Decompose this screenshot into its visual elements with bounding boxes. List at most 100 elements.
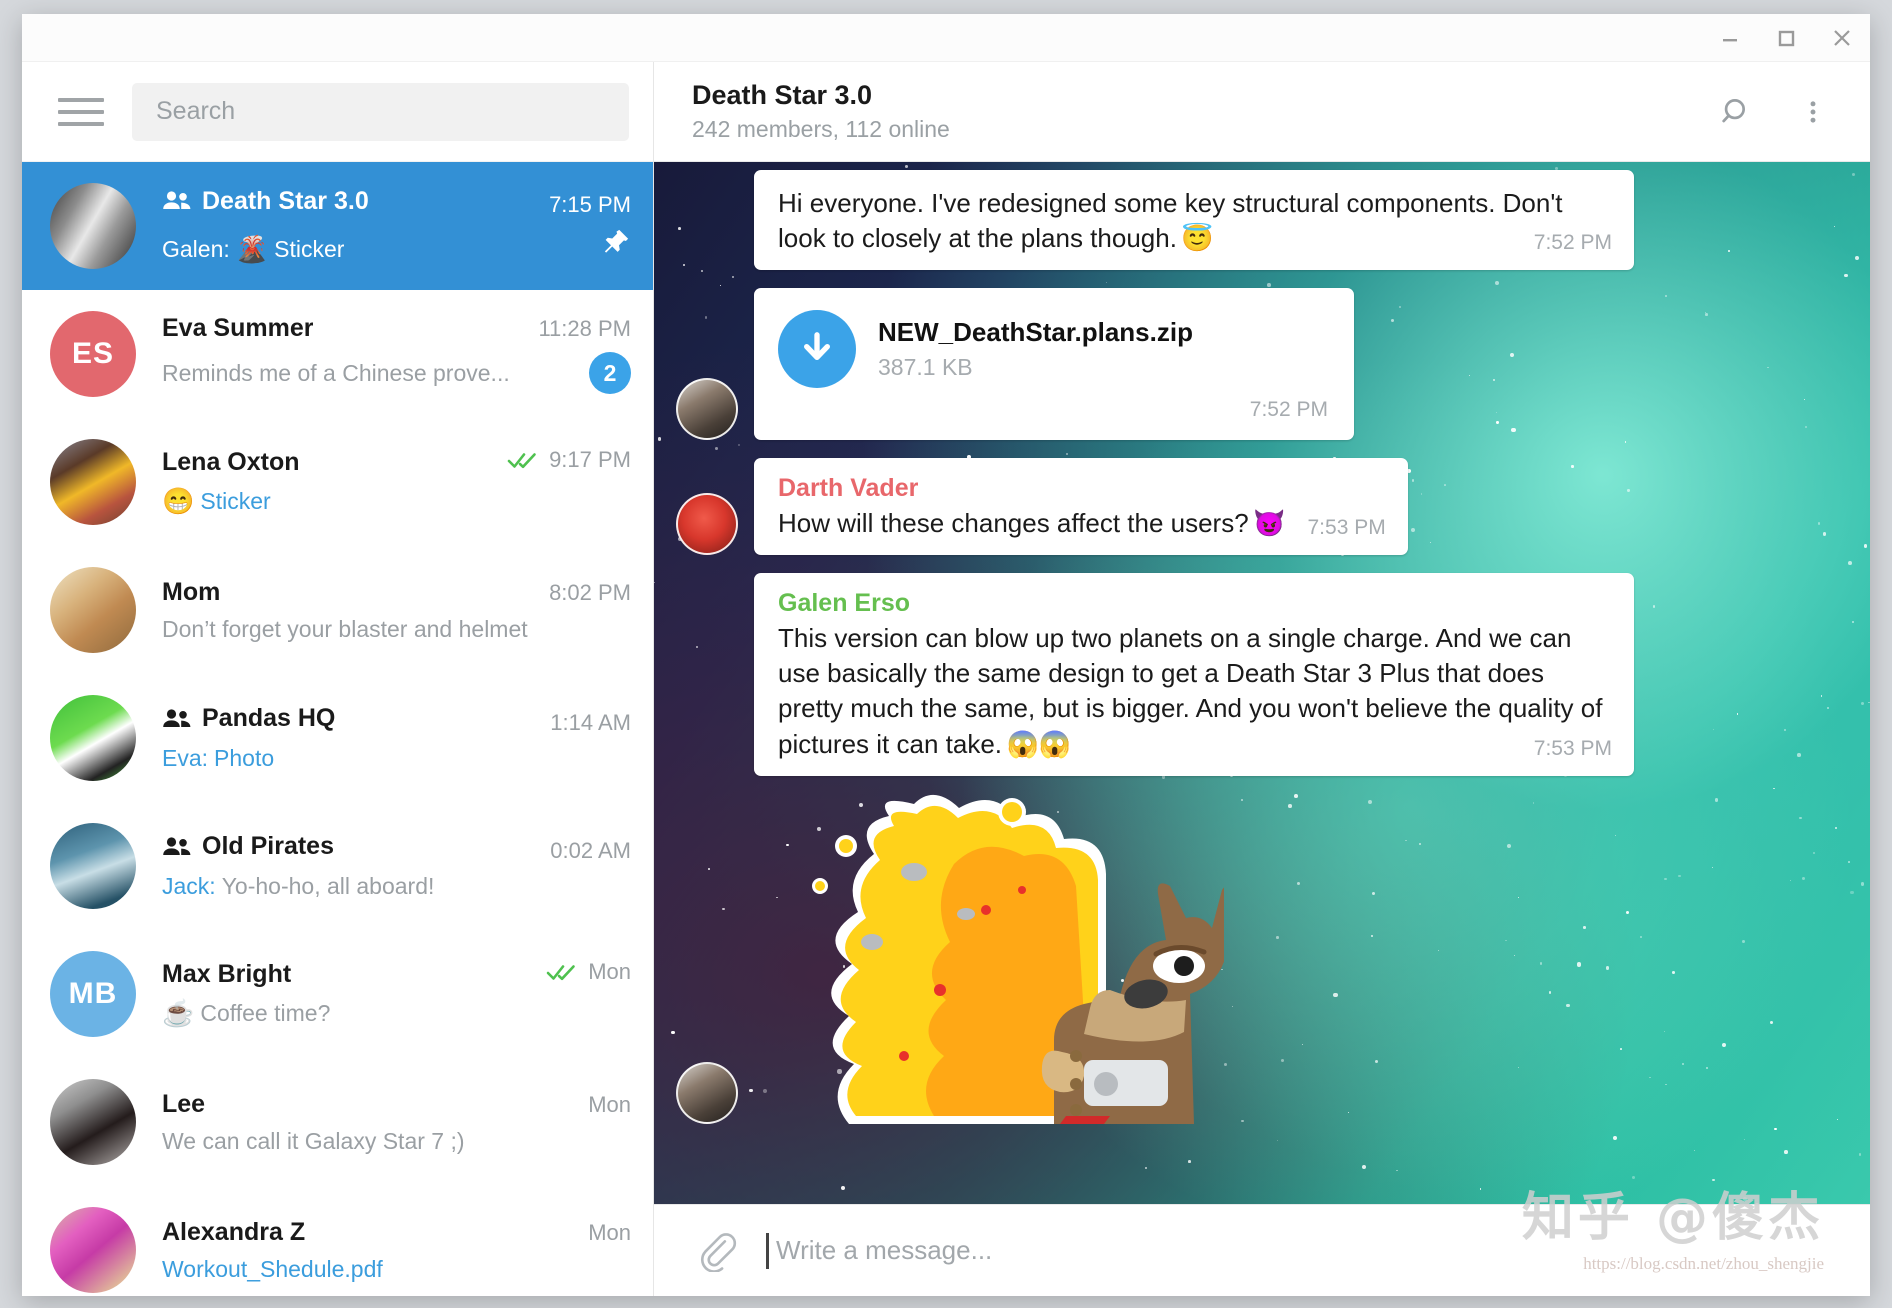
chat-item-preview: We can call it Galaxy Star 7 ;) (162, 1128, 465, 1155)
conversation-pane: Death Star 3.0 242 members, 112 online H… (654, 62, 1870, 1296)
message-emoji: 😇 (1181, 223, 1213, 253)
chat-item-preview: Workout_Shedule.pdf (162, 1256, 383, 1283)
chat-item-preview: 😁 Sticker (162, 486, 271, 517)
chat-list-item[interactable]: Alexandra ZMonWorkout_Shedule.pdf (22, 1186, 653, 1296)
group-icon (162, 190, 192, 212)
chat-item-content: Death Star 3.07:15 PMGalen: 🌋 Sticker (162, 187, 631, 266)
avatar (50, 695, 136, 781)
sticker-image[interactable] (754, 794, 1224, 1124)
chat-item-name: Eva Summer (162, 314, 313, 343)
chat-list-item[interactable]: Mom 8:02 PM Don’t forget your blaster and … (22, 546, 653, 674)
chat-item-time: Mon (588, 1092, 631, 1118)
avatar: ES (50, 311, 136, 397)
message-text: Hi everyone. I've redesigned some key st… (778, 188, 1563, 253)
download-icon[interactable] (778, 310, 856, 388)
chat-list-item[interactable]: Lee Mon We can call it Galaxy Star 7 ;) (22, 1058, 653, 1186)
unread-badge: 2 (589, 352, 631, 394)
message-row (676, 794, 1830, 1124)
attach-icon[interactable] (696, 1230, 744, 1272)
window-body: Search Death Star 3.0 7:15 PM Galen: 🌋 Sti… (22, 62, 1870, 1296)
chat-item-content: Pandas HQ 1:14 AM Eva: Photo (162, 704, 631, 772)
chat-item-preview: Reminds me of a Chinese prove... (162, 360, 510, 387)
search-icon[interactable] (1716, 91, 1758, 133)
double-check-icon (507, 450, 541, 470)
message-bubble: Darth Vader How will these changes affect… (754, 458, 1408, 555)
message-row: Darth Vader How will these changes affect… (676, 458, 1830, 555)
message-time: 7:53 PM (1308, 516, 1386, 540)
title-bar (22, 14, 1870, 62)
chat-item-name: Lena Oxton (162, 448, 300, 477)
file-message-bubble[interactable]: NEW_DeathStar.plans.zip387.1 KB7:52 PM (754, 288, 1354, 440)
chat-item-time: 11:28 PM (538, 316, 631, 342)
file-name: NEW_DeathStar.plans.zip (878, 317, 1328, 348)
chat-item-preview: Don’t forget your blaster and helmet (162, 616, 528, 643)
sidebar: Search Death Star 3.07:15 PMGalen: 🌋 Sti… (22, 62, 654, 1296)
chat-item-name: Old Pirates (162, 832, 334, 861)
message-emoji: 😈 (1253, 508, 1285, 538)
message-bubble: Hi everyone. I've redesigned some key st… (754, 170, 1634, 270)
chat-members-status: 242 members, 112 online (692, 116, 1716, 143)
chat-list-item[interactable]: Death Star 3.07:15 PMGalen: 🌋 Sticker (22, 162, 653, 290)
message-time: 7:52 PM (1250, 398, 1328, 422)
avatar (50, 1079, 136, 1165)
chat-item-preview: Jack: Yo-ho-ho, all aboard! (162, 873, 434, 900)
chat-item-preview: Eva: Photo (162, 745, 274, 772)
chat-item-time: 7:15 PM (549, 192, 631, 218)
group-icon (162, 836, 192, 858)
minimize-button[interactable] (1702, 15, 1758, 61)
chat-item-content: Alexandra ZMonWorkout_Shedule.pdf (162, 1218, 631, 1283)
chat-list-item[interactable]: MB Max BrightMon☕ Coffee time? (22, 930, 653, 1058)
message-time: 7:52 PM (1534, 231, 1612, 255)
message-input[interactable]: Write a message... (766, 1233, 1830, 1269)
avatar (50, 183, 136, 269)
chat-item-time: Mon (588, 1220, 631, 1246)
chat-item-name: Pandas HQ (162, 704, 335, 733)
chat-list-item[interactable]: Pandas HQ 1:14 AM Eva: Photo (22, 674, 653, 802)
message-time: 7:53 PM (1534, 737, 1612, 761)
chat-item-content: Max BrightMon☕ Coffee time? (162, 959, 631, 1029)
message-text: How will these changes affect the users? (778, 508, 1249, 538)
chat-item-time: 8:02 PM (549, 580, 631, 606)
search-input[interactable]: Search (132, 83, 629, 141)
avatar (50, 567, 136, 653)
maximize-button[interactable] (1758, 15, 1814, 61)
message-row: Galen ErsoThis version can blow up two p… (676, 573, 1830, 775)
chat-item-name: Lee (162, 1090, 205, 1119)
telegram-window: Search Death Star 3.0 7:15 PM Galen: 🌋 Sti… (22, 14, 1870, 1296)
message-emoji: 😱😱 (1006, 729, 1071, 759)
chat-item-time: 1:14 AM (550, 710, 631, 736)
message-row: NEW_DeathStar.plans.zip387.1 KB7:52 PM (676, 288, 1830, 440)
chat-item-content: Lee Mon We can call it Galaxy Star 7 ;) (162, 1090, 631, 1155)
message-canvas: Hi everyone. I've redesigned some key st… (654, 162, 1870, 1204)
avatar (50, 823, 136, 909)
chat-title: Death Star 3.0 (692, 80, 1716, 111)
chat-list-item[interactable]: Lena Oxton9:17 PM😁 Sticker (22, 418, 653, 546)
hamburger-menu-icon[interactable] (58, 95, 104, 129)
pin-icon (601, 227, 631, 257)
double-check-icon (546, 962, 580, 982)
close-button[interactable] (1814, 15, 1870, 61)
chat-item-preview: Galen: 🌋 Sticker (162, 234, 344, 265)
avatar: MB (50, 951, 136, 1037)
message-avatar (676, 1062, 738, 1124)
message-author: Galen Erso (778, 589, 1612, 618)
message-avatar (676, 493, 738, 555)
message-row: Hi everyone. I've redesigned some key st… (676, 176, 1830, 270)
text-caret (766, 1233, 769, 1269)
chat-header: Death Star 3.0 242 members, 112 online (654, 62, 1870, 162)
chat-item-indicator (601, 227, 631, 262)
message-composer: Write a message... (654, 1204, 1870, 1296)
more-options-icon[interactable] (1792, 91, 1834, 133)
message-author: Darth Vader (778, 474, 1386, 503)
chat-item-name: Mom (162, 578, 220, 607)
chat-item-name: Max Bright (162, 960, 291, 989)
message-bubble: Galen ErsoThis version can blow up two p… (754, 573, 1634, 775)
group-icon (162, 708, 192, 730)
chat-list[interactable]: Death Star 3.07:15 PMGalen: 🌋 StickerESE… (22, 162, 653, 1296)
chat-list-item[interactable]: ES Eva Summer 11:28 PM Reminds me of a Chin… (22, 290, 653, 418)
chat-list-item[interactable]: Old Pirates0:02 AMJack: Yo-ho-ho, all ab… (22, 802, 653, 930)
chat-item-indicator: 2 (589, 352, 631, 394)
message-avatar (676, 378, 738, 440)
chat-item-preview: ☕ Coffee time? (162, 998, 330, 1029)
chat-item-content: Old Pirates0:02 AMJack: Yo-ho-ho, all ab… (162, 832, 631, 900)
